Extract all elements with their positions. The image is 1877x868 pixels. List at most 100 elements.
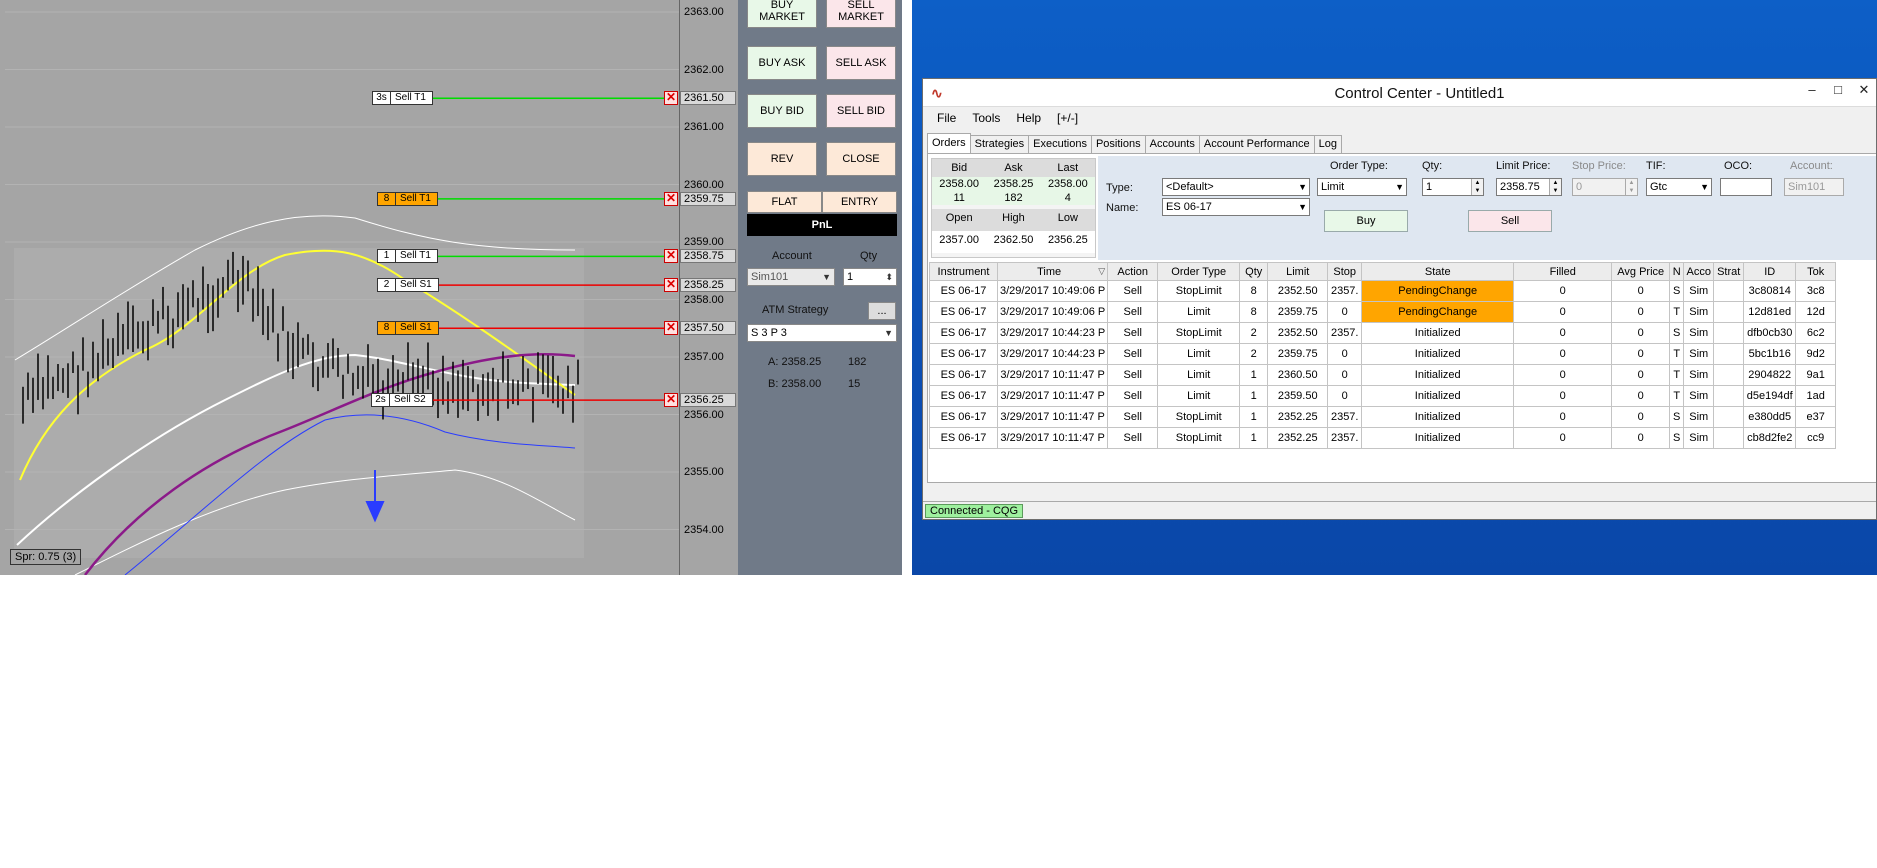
order-cell: 2359.75 bbox=[1267, 301, 1329, 323]
column-header[interactable]: N bbox=[1669, 262, 1685, 281]
menu-expand[interactable]: [+/-] bbox=[1057, 111, 1078, 125]
minimize-icon[interactable]: – bbox=[1801, 82, 1823, 97]
buy-ask-button[interactable]: BUY ASK bbox=[747, 46, 817, 80]
column-header[interactable]: Limit bbox=[1267, 262, 1329, 281]
menu-file[interactable]: File bbox=[937, 111, 956, 125]
spread-label: Spr: 0.75 (3) bbox=[10, 549, 82, 565]
order-cell: 2352.25 bbox=[1267, 406, 1329, 428]
atm-strategy-select[interactable]: S 3 P 3 ▼ bbox=[747, 324, 897, 342]
order-tag[interactable]: 1 Sell T1 bbox=[377, 249, 438, 264]
order-row[interactable]: ES 06-17 3/29/2017 10:11:47 P Sell StopLimi… bbox=[929, 427, 1837, 449]
reverse-button[interactable]: REV bbox=[747, 142, 817, 176]
stop-price-input[interactable]: 0 ▲ ▼ bbox=[1572, 178, 1638, 196]
chevron-down-icon: ▼ bbox=[1298, 182, 1307, 192]
buy-market-button[interactable]: BUY MARKET bbox=[747, 0, 817, 28]
entry-account-select[interactable]: Sim101 bbox=[1784, 178, 1844, 196]
order-row[interactable]: ES 06-17 3/29/2017 10:44:23 P Sell StopLimi… bbox=[929, 322, 1837, 344]
column-header[interactable]: Strat bbox=[1713, 262, 1745, 281]
column-header[interactable]: State bbox=[1361, 262, 1515, 281]
price-axis-label: 2358.00 bbox=[684, 293, 724, 306]
column-header[interactable]: Order Type bbox=[1157, 262, 1241, 281]
order-cell: e380dd5 bbox=[1743, 406, 1797, 428]
order-row[interactable]: ES 06-17 3/29/2017 10:44:23 P Sell Limit 2 23… bbox=[929, 343, 1837, 365]
order-tag[interactable]: 8 Sell S1 bbox=[377, 321, 439, 336]
buy-bid-button[interactable]: BUY BID bbox=[747, 94, 817, 128]
order-cell: 2 bbox=[1239, 343, 1269, 365]
cancel-order-icon[interactable]: ✕ bbox=[664, 249, 678, 264]
maximize-icon[interactable]: □ bbox=[1827, 82, 1849, 97]
sell-button[interactable]: Sell bbox=[1468, 210, 1552, 232]
sell-ask-button[interactable]: SELL ASK bbox=[826, 46, 896, 80]
order-tag[interactable]: 3s Sell T1 bbox=[372, 91, 433, 106]
column-header[interactable]: Stop bbox=[1327, 262, 1363, 281]
tab-positions[interactable]: Positions bbox=[1090, 135, 1146, 153]
tab-strategies[interactable]: Strategies bbox=[969, 135, 1030, 153]
order-entry-area: Type: <Default> ▼ Name: ES 06-17 ▼ Order T… bbox=[1098, 156, 1876, 260]
column-header[interactable]: Acco bbox=[1683, 262, 1715, 281]
type-select[interactable]: <Default> ▼ bbox=[1162, 178, 1310, 196]
column-header[interactable]: Action bbox=[1107, 262, 1159, 281]
tab-accounts[interactable]: Accounts bbox=[1144, 135, 1200, 153]
account-select[interactable]: Sim101 ▼ bbox=[747, 268, 835, 286]
order-row[interactable]: ES 06-17 3/29/2017 10:49:06 P Sell Limit 8 23… bbox=[929, 301, 1837, 323]
order-cell: 0 bbox=[1327, 301, 1363, 323]
flat-button[interactable]: FLAT bbox=[747, 191, 822, 213]
order-cell: PendingChange bbox=[1361, 280, 1515, 302]
price-axis-label: 2357.00 bbox=[684, 351, 724, 363]
column-header[interactable]: Time ▽ bbox=[996, 262, 1109, 281]
chart-trader-panel: BUY MARKET SELL MARKET BUY ASK SELL ASK … bbox=[738, 0, 902, 575]
menu-help[interactable]: Help bbox=[1016, 111, 1041, 125]
order-cell: 1 bbox=[1239, 364, 1269, 386]
buy-button[interactable]: Buy bbox=[1324, 210, 1408, 232]
tab-executions[interactable]: Executions bbox=[1028, 135, 1092, 153]
tab-account-performance[interactable]: Account Performance bbox=[1198, 135, 1315, 153]
cancel-order-icon[interactable]: ✕ bbox=[664, 91, 678, 106]
cancel-order-icon[interactable]: ✕ bbox=[664, 191, 678, 206]
order-price-tag: 2357.50 bbox=[680, 321, 736, 336]
order-cell: Initialized bbox=[1361, 343, 1515, 365]
entry-button[interactable]: ENTRY bbox=[822, 191, 897, 213]
menu-tools[interactable]: Tools bbox=[972, 111, 1000, 125]
window-titlebar[interactable]: ∿ Control Center - Untitled1 – □ ✕ bbox=[923, 79, 1876, 107]
column-header[interactable]: Tok bbox=[1795, 262, 1837, 281]
close-icon[interactable]: ✕ bbox=[1853, 82, 1875, 98]
order-tag[interactable]: 2s Sell S2 bbox=[371, 393, 433, 408]
cancel-order-icon[interactable]: ✕ bbox=[664, 393, 678, 408]
chart-plot[interactable] bbox=[5, 0, 679, 575]
sell-market-button[interactable]: SELL MARKET bbox=[826, 0, 896, 28]
order-cell: 1 bbox=[1239, 385, 1269, 407]
price-chart[interactable]: 3s Sell T1 ✕ 8 Sell T1 ✕ 1 Sell T1 ✕ 2 Sell S1 ✕ 8 Se… bbox=[0, 0, 738, 575]
order-type-select[interactable]: Limit ▼ bbox=[1317, 178, 1407, 196]
order-tag[interactable]: 8 Sell T1 bbox=[377, 191, 438, 206]
order-row[interactable]: ES 06-17 3/29/2017 10:11:47 P Sell StopLimi… bbox=[929, 406, 1837, 428]
sell-bid-button[interactable]: SELL BID bbox=[826, 94, 896, 128]
tif-select-value: Gtc bbox=[1650, 181, 1668, 193]
order-cell: 3c8 bbox=[1795, 280, 1837, 302]
oco-input[interactable] bbox=[1720, 178, 1772, 196]
tif-select[interactable]: Gtc ▼ bbox=[1646, 178, 1712, 196]
column-header[interactable]: Filled bbox=[1513, 262, 1613, 281]
order-row[interactable]: ES 06-17 3/29/2017 10:49:06 P Sell StopLimi… bbox=[929, 280, 1837, 302]
type-label: Type: bbox=[1106, 182, 1133, 194]
qty-stepper[interactable]: 1 ⬍ bbox=[843, 268, 897, 286]
cancel-order-icon[interactable]: ✕ bbox=[664, 321, 678, 336]
tab-orders[interactable]: Orders bbox=[927, 133, 971, 153]
column-header[interactable]: Avg Price bbox=[1611, 262, 1671, 281]
entry-account-label: Account: bbox=[1790, 160, 1833, 172]
column-header[interactable]: ID bbox=[1743, 262, 1797, 281]
order-cell: Sell bbox=[1107, 301, 1159, 323]
column-header[interactable]: Qty bbox=[1239, 262, 1269, 281]
ask-price: 2358.25 bbox=[986, 177, 1041, 191]
order-row[interactable]: ES 06-17 3/29/2017 10:11:47 P Sell Limit 1 23… bbox=[929, 385, 1837, 407]
atm-more-button[interactable]: ... bbox=[868, 302, 896, 320]
column-header[interactable]: Instrument bbox=[929, 262, 998, 281]
order-row[interactable]: ES 06-17 3/29/2017 10:11:47 P Sell Limit 1 23… bbox=[929, 364, 1837, 386]
tab-log[interactable]: Log bbox=[1313, 135, 1342, 153]
cancel-order-icon[interactable]: ✕ bbox=[664, 278, 678, 293]
close-position-button[interactable]: CLOSE bbox=[826, 142, 896, 176]
limit-price-input[interactable]: 2358.75 ▲ ▼ bbox=[1496, 178, 1562, 196]
order-cell: Sell bbox=[1107, 280, 1159, 302]
entry-qty-stepper[interactable]: 1 ▲ ▼ bbox=[1422, 178, 1484, 196]
instrument-select[interactable]: ES 06-17 ▼ bbox=[1162, 198, 1310, 216]
order-tag[interactable]: 2 Sell S1 bbox=[377, 278, 439, 293]
